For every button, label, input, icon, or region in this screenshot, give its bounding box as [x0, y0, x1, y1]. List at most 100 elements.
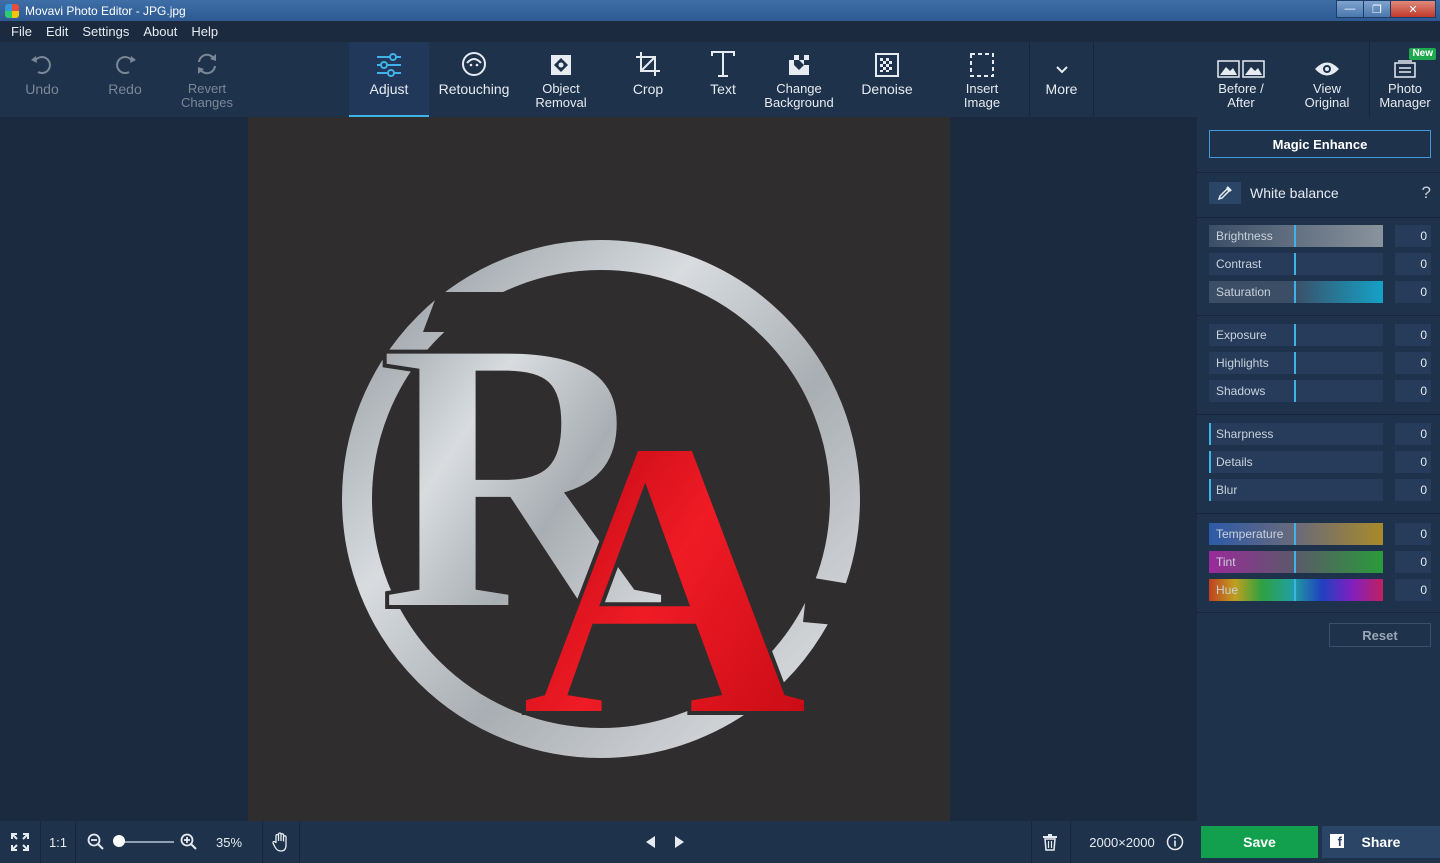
tab-text[interactable]: Text — [688, 42, 758, 117]
details-value[interactable]: 0 — [1395, 451, 1431, 473]
menu-settings[interactable]: Settings — [75, 24, 136, 39]
highlights-slider[interactable]: Highlights — [1209, 352, 1383, 374]
zoom-out-button[interactable] — [84, 821, 108, 863]
previous-image-button[interactable] — [638, 821, 662, 863]
saturation-slider[interactable]: Saturation — [1209, 281, 1383, 303]
blur-slider[interactable]: Blur — [1209, 479, 1383, 501]
slider-handle[interactable] — [1294, 253, 1296, 275]
temperature-value[interactable]: 0 — [1395, 523, 1431, 545]
contrast-value[interactable]: 0 — [1395, 253, 1431, 275]
tab-object-removal[interactable]: Object Removal — [519, 42, 603, 117]
zoom-slider-handle[interactable] — [113, 835, 125, 847]
shadows-slider[interactable]: Shadows — [1209, 380, 1383, 402]
redo-label: Redo — [108, 81, 142, 97]
magic-enhance-button[interactable]: Magic Enhance — [1209, 130, 1431, 158]
tab-retouching[interactable]: Retouching — [432, 42, 516, 117]
tint-value[interactable]: 0 — [1395, 551, 1431, 573]
menu-edit[interactable]: Edit — [39, 24, 75, 39]
text-icon — [710, 42, 736, 82]
next-image-button[interactable] — [668, 821, 692, 863]
image-canvas[interactable]: R A — [248, 117, 950, 821]
reset-button[interactable]: Reset — [1329, 623, 1431, 647]
contrast-label: Contrast — [1216, 257, 1262, 271]
shadows-value[interactable]: 0 — [1395, 380, 1431, 402]
brightness-value[interactable]: 0 — [1395, 225, 1431, 247]
details-row: Details 0 — [1209, 451, 1431, 473]
restore-button[interactable]: ❐ — [1363, 0, 1391, 18]
contrast-row: Contrast 0 — [1209, 253, 1431, 275]
undo-button[interactable]: Undo — [2, 42, 82, 117]
slider-handle[interactable] — [1294, 579, 1296, 601]
slider-handle[interactable] — [1294, 523, 1296, 545]
text-label: Text — [710, 81, 736, 97]
tab-denoise[interactable]: Denoise — [846, 42, 928, 117]
close-button[interactable]: ✕ — [1390, 0, 1436, 18]
revert-changes-button[interactable]: Revert Changes — [166, 42, 248, 117]
actual-size-button[interactable]: 1:1 — [41, 821, 75, 863]
delete-button[interactable] — [1036, 821, 1064, 863]
saturation-value[interactable]: 0 — [1395, 281, 1431, 303]
tint-slider[interactable]: Tint — [1209, 551, 1383, 573]
slider-handle[interactable] — [1294, 225, 1296, 247]
zoom-level: 35% — [215, 834, 243, 850]
menu-help[interactable]: Help — [184, 24, 225, 39]
object-removal-label: Object Removal — [535, 81, 587, 110]
highlights-value[interactable]: 0 — [1395, 352, 1431, 374]
status-divider — [299, 821, 300, 863]
view-original-label: View Original — [1304, 81, 1350, 110]
workspace: R A — [0, 117, 1197, 821]
slider-handle[interactable] — [1294, 380, 1296, 402]
blur-value[interactable]: 0 — [1395, 479, 1431, 501]
brightness-slider[interactable]: Brightness — [1209, 225, 1383, 247]
eye-icon — [1314, 42, 1340, 82]
save-button[interactable]: Save — [1201, 826, 1318, 858]
tint-label: Tint — [1216, 555, 1236, 569]
slider-handle[interactable] — [1294, 551, 1296, 573]
before-after-label: Before / After — [1218, 81, 1264, 110]
photo-manager-button[interactable]: Photo Manager New — [1370, 42, 1440, 117]
menu-file[interactable]: File — [4, 24, 39, 39]
denoise-label: Denoise — [861, 81, 913, 97]
eyedropper-icon[interactable] — [1209, 182, 1241, 204]
hue-value[interactable]: 0 — [1395, 579, 1431, 601]
sharpness-slider[interactable]: Sharpness — [1209, 423, 1383, 445]
sliders-icon — [375, 42, 403, 82]
status-divider — [1070, 821, 1071, 863]
hue-slider[interactable]: Hue — [1209, 579, 1383, 601]
details-label: Details — [1216, 455, 1253, 469]
zoom-in-button[interactable] — [177, 821, 201, 863]
contrast-slider[interactable]: Contrast — [1209, 253, 1383, 275]
temperature-slider[interactable]: Temperature — [1209, 523, 1383, 545]
sharpness-value[interactable]: 0 — [1395, 423, 1431, 445]
tab-change-background[interactable]: Change Background — [758, 42, 840, 117]
menu-about[interactable]: About — [136, 24, 184, 39]
exposure-value[interactable]: 0 — [1395, 324, 1431, 346]
adjust-label: Adjust — [369, 81, 409, 97]
redo-button[interactable]: Redo — [85, 42, 165, 117]
tab-adjust[interactable]: Adjust — [349, 42, 429, 117]
more-label: More — [1045, 81, 1078, 97]
slider-handle[interactable] — [1209, 423, 1211, 445]
view-original-button[interactable]: View Original — [1287, 42, 1367, 117]
image-info-button[interactable] — [1164, 821, 1186, 863]
logo-letter-a: A — [520, 357, 809, 800]
insert-image-label: Insert Image — [963, 81, 1001, 110]
window-controls: — ❐ ✕ — [1336, 0, 1436, 18]
slider-handle[interactable] — [1294, 352, 1296, 374]
help-icon[interactable]: ? — [1422, 183, 1431, 203]
slider-handle[interactable] — [1209, 479, 1211, 501]
before-after-button[interactable]: Before / After — [1202, 42, 1280, 117]
tab-insert-image[interactable]: Insert Image — [940, 42, 1024, 117]
exposure-slider[interactable]: Exposure — [1209, 324, 1383, 346]
tab-crop[interactable]: Crop — [610, 42, 686, 117]
slider-handle[interactable] — [1209, 451, 1211, 473]
share-button[interactable]: f Share — [1322, 826, 1440, 858]
details-slider[interactable]: Details — [1209, 451, 1383, 473]
pan-tool-button[interactable] — [263, 821, 299, 863]
minimize-button[interactable]: — — [1336, 0, 1364, 18]
fit-screen-button[interactable] — [0, 821, 40, 863]
more-button[interactable]: More — [1030, 42, 1093, 117]
panel-divider — [1197, 612, 1440, 613]
slider-handle[interactable] — [1294, 324, 1296, 346]
slider-handle[interactable] — [1294, 281, 1296, 303]
